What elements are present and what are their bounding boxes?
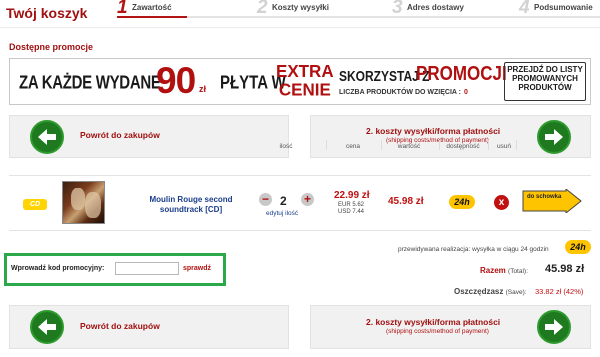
realization-24h-icon: 24h <box>565 240 591 254</box>
back-to-shopping-button-bottom[interactable]: Powrót do zakupów <box>9 305 289 349</box>
savings-sublabel: (Save): <box>505 289 527 296</box>
step-number: 2 <box>257 0 268 18</box>
column-divider <box>381 140 382 150</box>
realization-value: wysyłka w ciągu 24 godzin <box>472 246 549 253</box>
page-title: Twój koszyk <box>6 5 88 21</box>
move-to-wishlist-label: do schowka <box>527 194 562 200</box>
savings-label: Oszczędzasz (Save): <box>454 287 527 296</box>
banner-count-label: LICZBA PRODUKTÓW DO WZIĘCIA : <box>339 89 461 96</box>
step-number: 4 <box>519 0 530 18</box>
product-name-link[interactable]: Moulin Rouge second soundtrack [CD] <box>136 195 246 215</box>
banner-amount: 90 <box>156 60 196 101</box>
next-step-button-bottom[interactable]: 2. koszty wysyłki/forma płatności (shipp… <box>310 305 591 349</box>
arrow-right-icon <box>537 120 571 154</box>
unit-price-usd: USD 7.44 <box>338 209 365 215</box>
column-header-remove: usuń <box>496 143 512 150</box>
column-header-price: cena <box>345 143 361 150</box>
quantity-value: 2 <box>280 194 287 208</box>
banner-text-spend: ZA KAŻDE WYDANE <box>19 72 161 94</box>
banner-product-count: LICZBA PRODUKTÓW DO WZIĘCIA :0 <box>339 89 468 96</box>
step-number: 1 <box>117 0 128 18</box>
step-label: Adres dostawy <box>407 3 464 12</box>
back-to-shopping-label: Powrót do zakupów <box>80 321 160 331</box>
realization-label: przewidywana realizacja: <box>398 246 471 253</box>
edit-quantity-link[interactable]: edytuj ilość <box>266 210 298 217</box>
savings-label-text: Oszczędzasz <box>454 287 504 296</box>
banner-extra-price: EXTRA CENIE <box>276 62 334 100</box>
banner-count-value: 0 <box>463 89 468 96</box>
column-divider <box>488 140 489 150</box>
promo-list-button[interactable]: PRZEJDŹ DO LISTY PROMOWANYCH PRODUKTÓW <box>504 62 586 101</box>
step-label: Zawartość <box>132 3 172 12</box>
availability-24h-icon: 24h <box>449 195 475 209</box>
total-value: 45.98 zł <box>545 263 585 275</box>
promotions-heading: Dostępne promocje <box>9 42 94 52</box>
step-label: Koszty wysyłki <box>272 3 329 12</box>
step-label: Podsumowanie <box>534 3 593 12</box>
back-to-shopping-button[interactable]: Powrót do zakupów <box>9 115 289 158</box>
banner-currency: zł <box>199 84 207 94</box>
total-label: Razem (Total): <box>480 266 528 275</box>
column-divider <box>516 140 517 150</box>
next-step-button[interactable]: 2. koszty wysyłki/forma płatności (shipp… <box>310 115 591 158</box>
next-step-label: 2. koszty wysyłki/forma płatności <box>366 126 501 136</box>
column-divider <box>326 140 327 150</box>
column-header-availability: dostępność <box>446 143 480 150</box>
promo-code-label: Wprowadź kod promocyjny: <box>11 265 105 272</box>
estimated-realization: przewidywana realizacja: wysyłka w ciągu… <box>398 246 549 253</box>
next-step-sublabel: (shipping costs/method of payment) <box>386 328 489 335</box>
column-header-value: wartość <box>397 143 421 150</box>
arrow-left-icon <box>30 120 64 154</box>
move-to-wishlist-button[interactable] <box>522 189 582 213</box>
promo-code-input[interactable] <box>115 262 179 275</box>
step-progress-active <box>117 16 187 18</box>
unit-price-eur: EUR 5.62 <box>338 202 365 208</box>
header-divider <box>0 27 600 28</box>
back-to-shopping-label: Powrót do zakupów <box>80 130 160 140</box>
remove-item-icon[interactable]: x <box>494 195 509 210</box>
cd-format-icon: CD <box>23 199 47 210</box>
step-number: 3 <box>392 0 403 18</box>
total-sublabel: (Total): <box>508 268 528 275</box>
savings-value: 33.82 zł (42%) <box>535 287 584 296</box>
decrease-quantity-button[interactable]: − <box>259 193 272 206</box>
total-label-text: Razem <box>480 266 506 275</box>
arrow-right-icon <box>537 310 571 344</box>
next-step-label: 2. koszty wysyłki/forma płatności <box>366 317 501 327</box>
banner-extra-line1: EXTRA <box>276 61 334 81</box>
banner-promo-word: PROMOCJI <box>416 62 507 85</box>
line-total: 45.98 zł <box>388 196 424 207</box>
step-progress-bar <box>117 16 600 18</box>
arrow-left-icon <box>30 310 64 344</box>
banner-extra-line2: CENIE <box>278 79 331 100</box>
check-promo-code-button[interactable]: sprawdź <box>183 265 211 272</box>
unit-price: 22.99 zł <box>334 190 370 201</box>
album-cover-image[interactable] <box>62 181 105 224</box>
increase-quantity-button[interactable]: + <box>301 193 314 206</box>
column-header-qty: ilość <box>279 143 293 150</box>
row-divider <box>9 230 591 231</box>
promo-banner[interactable]: ZA KAŻDE WYDANE 90 zł PŁYTA W EXTRA CENI… <box>9 58 591 105</box>
row-divider <box>9 175 591 176</box>
